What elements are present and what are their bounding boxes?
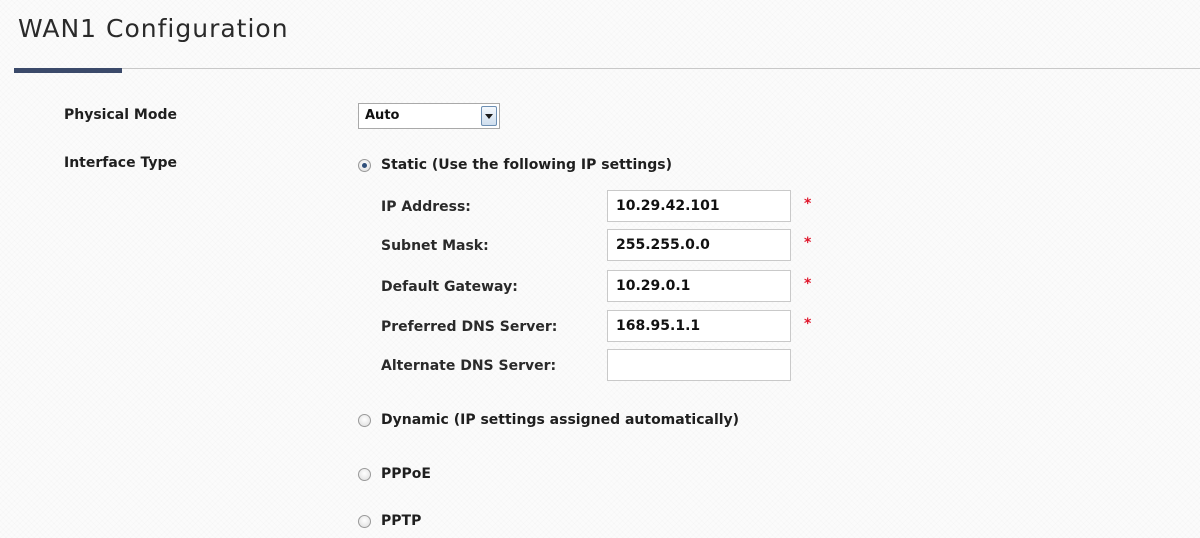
page-title: WAN1 Configuration bbox=[18, 14, 289, 43]
radio-dynamic[interactable] bbox=[358, 414, 371, 427]
ip-address-input[interactable] bbox=[607, 190, 791, 222]
radio-pptp-label[interactable]: PPTP bbox=[381, 513, 421, 529]
alternate-dns-label: Alternate DNS Server: bbox=[381, 358, 557, 374]
alternate-dns-input[interactable] bbox=[607, 349, 791, 381]
preferred-dns-required-mark: * bbox=[804, 316, 812, 332]
chevron-down-icon[interactable] bbox=[481, 106, 497, 126]
radio-pptp[interactable] bbox=[358, 515, 371, 528]
default-gateway-label: Default Gateway: bbox=[381, 279, 518, 295]
title-accent-bar bbox=[14, 68, 122, 73]
default-gateway-input[interactable] bbox=[607, 270, 791, 302]
radio-dynamic-label[interactable]: Dynamic (IP settings assigned automatica… bbox=[381, 412, 739, 428]
radio-pppoe[interactable] bbox=[358, 468, 371, 481]
physical-mode-select[interactable]: Auto bbox=[358, 103, 500, 129]
physical-mode-selected-value: Auto bbox=[365, 108, 400, 123]
physical-mode-label: Physical Mode bbox=[64, 107, 177, 123]
preferred-dns-label: Preferred DNS Server: bbox=[381, 319, 558, 335]
radio-static-label[interactable]: Static (Use the following IP settings) bbox=[381, 157, 672, 173]
title-divider bbox=[14, 68, 1200, 69]
default-gateway-required-mark: * bbox=[804, 276, 812, 292]
subnet-mask-required-mark: * bbox=[804, 235, 812, 251]
ip-address-label: IP Address: bbox=[381, 199, 471, 215]
radio-static[interactable] bbox=[358, 159, 371, 172]
subnet-mask-label: Subnet Mask: bbox=[381, 238, 489, 254]
preferred-dns-input[interactable] bbox=[607, 310, 791, 342]
ip-address-required-mark: * bbox=[804, 196, 812, 212]
subnet-mask-input[interactable] bbox=[607, 229, 791, 261]
radio-pppoe-label[interactable]: PPPoE bbox=[381, 466, 431, 482]
interface-type-label: Interface Type bbox=[64, 155, 178, 171]
